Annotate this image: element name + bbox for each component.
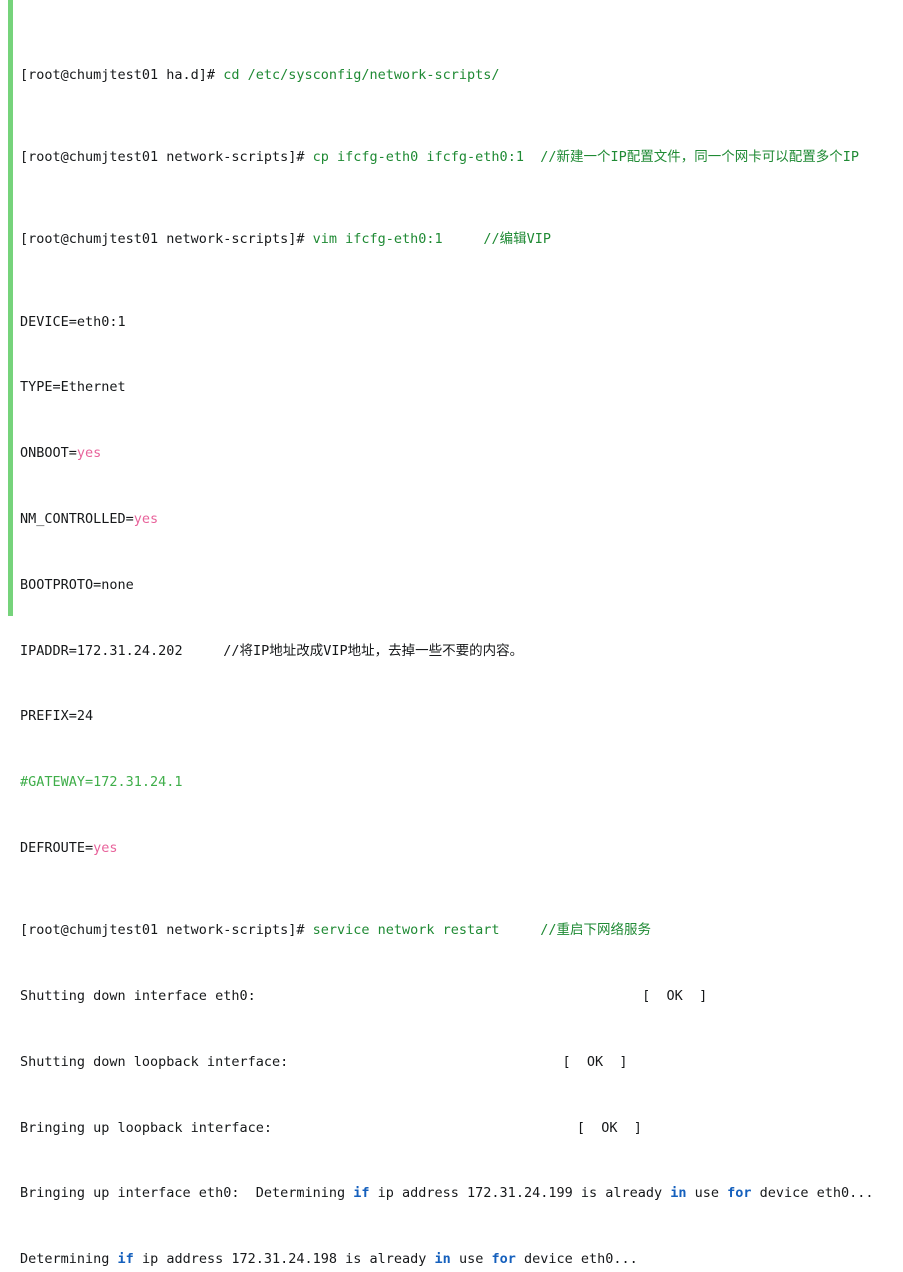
service-message-part: Determining [20,1251,118,1268]
comment-service-restart: //重启下网络服务 [540,922,651,939]
ifcfg-line-onboot: ONBOOT=yes [20,445,903,461]
keyword-if: if [117,1251,134,1268]
service-message-part: use [686,1185,728,1202]
service-output-line-1: Shutting down interface eth0: [ OK ] [20,988,903,1004]
ifcfg-line-type: TYPE=Ethernet [20,379,903,395]
command-line-cd: [root@chumjtest01 ha.d]# cd /etc/sysconf… [20,67,903,83]
service-message-part: use [450,1251,492,1268]
command-line-service-restart: [root@chumjtest01 network-scripts]# serv… [20,922,903,938]
command-vim: vim ifcfg-eth0:1 [312,231,443,248]
ifcfg-value-device: eth0:1 [76,313,126,330]
console-output[interactable]: [root@chumjtest01 ha.d]# cd /etc/sysconf… [20,1,903,1272]
comment-cp: //新建一个IP配置文件，同一个网卡可以配置多个IP [540,149,859,166]
shell-prompt: [root@chumjtest01 ha.d]# [20,66,216,83]
comment-ipaddr: //将IP地址改成VIP地址，去掉一些不要的内容。 [223,642,524,659]
ifcfg-value-prefix: 24 [76,708,94,725]
ifcfg-value-nm-controlled: yes [133,510,159,527]
left-quote-bar [8,0,13,616]
ifcfg-line-gateway: #GATEWAY=172.31.24.1 [20,774,903,790]
keyword-for: for [727,1185,752,1202]
keyword-if: if [353,1185,370,1202]
ifcfg-key-type: TYPE= [20,379,61,396]
command-service-restart: service network restart [312,922,500,939]
ifcfg-line-nm-controlled: NM_CONTROLLED=yes [20,511,903,527]
keyword-for: for [491,1251,516,1268]
status-badge-ok: [ OK ] [576,1119,642,1136]
ifcfg-commented-gateway: #GATEWAY=172.31.24.1 [20,774,183,791]
service-message-part: ip address 172.31.24.199 is already [369,1185,671,1202]
ifcfg-key-bootproto: BOOTPROTO= [20,576,102,593]
service-output-line-2: Shutting down loopback interface: [ OK ] [20,1054,903,1070]
service-message-part: ip address 172.31.24.198 is already [133,1251,435,1268]
service-message-part: Bringing up interface eth0: Determining [20,1185,354,1202]
service-message: Shutting down interface eth0: [20,987,256,1004]
shell-prompt: [root@chumjtest01 network-scripts]# [20,149,305,166]
ifcfg-line-defroute: DEFROUTE=yes [20,840,903,856]
status-badge-ok: [ OK ] [642,987,708,1004]
ifcfg-key-nm-controlled: NM_CONTROLLED= [20,510,134,527]
command-cd: cd /etc/sysconfig/network-scripts/ [223,66,500,83]
service-output-line-4: Bringing up interface eth0: Determining … [20,1185,903,1201]
comment-vim: //编辑VIP [483,231,551,248]
ifcfg-value-onboot: yes [76,445,102,462]
shell-prompt: [root@chumjtest01 network-scripts]# [20,231,305,248]
ifcfg-line-prefix: PREFIX=24 [20,708,903,724]
ifcfg-key-device: DEVICE= [20,313,77,330]
ifcfg-key-ipaddr: IPADDR= [20,642,77,659]
ifcfg-value-type: Ethernet [60,379,126,396]
ifcfg-line-ipaddr: IPADDR=172.31.24.202 //将IP地址改成VIP地址，去掉一些… [20,643,903,659]
ifcfg-key-prefix: PREFIX= [20,708,77,725]
ifcfg-line-bootproto: BOOTPROTO=none [20,577,903,593]
shell-prompt: [root@chumjtest01 network-scripts]# [20,922,305,939]
service-output-line-5: Determining if ip address 172.31.24.198 … [20,1251,903,1267]
keyword-in: in [434,1251,451,1268]
ifcfg-value-defroute: yes [93,839,118,856]
ifcfg-key-defroute: DEFROUTE= [20,839,94,856]
service-message-part: device eth0... [515,1251,638,1268]
command-line-vim: [root@chumjtest01 network-scripts]# vim … [20,231,903,247]
terminal-window: [root@chumjtest01 ha.d]# cd /etc/sysconf… [0,0,903,1267]
command-line-cp: [root@chumjtest01 network-scripts]# cp i… [20,149,903,165]
keyword-in: in [670,1185,687,1202]
ifcfg-value-ipaddr: 172.31.24.202 [76,642,183,659]
service-output-line-3: Bringing up loopback interface: [ OK ] [20,1120,903,1136]
service-message-part: device eth0... [751,1185,874,1202]
command-cp: cp ifcfg-eth0 ifcfg-eth0:1 [312,149,524,166]
ifcfg-value-bootproto: none [101,576,134,593]
service-message: Bringing up loopback interface: [20,1119,272,1136]
ifcfg-key-onboot: ONBOOT= [20,445,77,462]
service-message: Shutting down loopback interface: [20,1053,289,1070]
ifcfg-line-device: DEVICE=eth0:1 [20,314,903,330]
status-badge-ok: [ OK ] [562,1053,628,1070]
